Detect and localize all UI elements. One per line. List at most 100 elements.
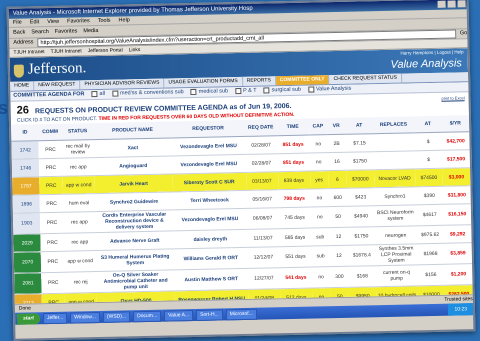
replaces-cell: Synchro1: [374, 186, 416, 206]
request-id-link[interactable]: 1903: [12, 212, 41, 235]
request-id-link[interactable]: 1896: [12, 194, 41, 214]
close-button[interactable]: [457, 0, 466, 8]
request-id-link[interactable]: 2081: [14, 272, 43, 295]
back-button[interactable]: Back: [13, 27, 25, 37]
committee-cell: PRC: [38, 140, 63, 159]
address-label: Address: [13, 39, 34, 46]
taskbar-task[interactable]: Value A...: [163, 309, 194, 322]
nav-tab[interactable]: CHECK REQUEST STATUS: [329, 73, 403, 85]
link-item[interactable]: Links: [129, 46, 141, 54]
web-page: Jefferson. Harry Hamptons | Logout | Hel…: [9, 48, 473, 304]
taskbar-task[interactable]: Sort-H...: [196, 308, 223, 321]
column-header[interactable]: REPLACES: [372, 116, 415, 134]
request-id-link[interactable]: 2070: [13, 251, 42, 274]
request-id-link[interactable]: 1787: [12, 176, 40, 196]
column-header[interactable]: ID: [11, 124, 39, 142]
menu-file[interactable]: File: [13, 19, 22, 27]
status-cell: app w cond: [64, 250, 97, 273]
menu-edit[interactable]: Edit: [30, 18, 40, 26]
link-item[interactable]: TJUH Intranet: [51, 47, 82, 56]
at-cell: $1750: [347, 226, 376, 246]
filter-checkbox[interactable]: P & T: [235, 87, 257, 96]
column-header[interactable]: STATUS: [61, 123, 94, 141]
column-header[interactable]: AT: [345, 117, 374, 135]
nav-tab[interactable]: NEW REQUEST: [34, 80, 81, 91]
requestor-cell: Terri Wheetcock: [172, 190, 247, 210]
background-text: s: [0, 98, 9, 118]
menu-view[interactable]: View: [47, 18, 59, 26]
jefferson-logo[interactable]: Jefferson.: [10, 60, 87, 82]
column-header[interactable]: REQ DATE: [244, 119, 277, 137]
start-button[interactable]: start: [16, 312, 41, 325]
filter-checkbox[interactable]: med'ss & conventions sub: [112, 88, 184, 99]
request-id-link[interactable]: 1746: [11, 158, 40, 178]
column-header[interactable]: VR: [326, 117, 346, 135]
req-date-cell: 06/08/07: [246, 207, 279, 230]
column-header[interactable]: PRODUCT NAME: [93, 121, 172, 140]
column-header[interactable]: CAP: [308, 118, 328, 136]
time-cell: 551 days: [279, 246, 312, 268]
menu-tools[interactable]: Tools: [98, 17, 111, 25]
taskbar-task[interactable]: (WSD)...: [102, 310, 131, 323]
go-button[interactable]: Go: [460, 29, 468, 38]
menu-favorites[interactable]: Favorites: [67, 17, 90, 25]
media-button[interactable]: Media: [83, 26, 98, 36]
status-cell: app w cond: [64, 292, 98, 304]
taskbar-task[interactable]: Docum...: [132, 310, 162, 322]
instruction-text: CLICK ID # TO ACT ON PRODUCT.: [16, 116, 98, 124]
at-replaces-cell: $156: [417, 264, 445, 286]
product-name-cell: Advance Nerve Graft: [95, 230, 174, 251]
filter-checkbox[interactable]: surgical sub: [264, 86, 302, 96]
column-header[interactable]: COMM: [38, 123, 62, 141]
at-replaces-cell: $975.62: [416, 225, 445, 244]
vr-cell: 6: [328, 170, 347, 189]
column-header[interactable]: AT: [413, 115, 442, 133]
link-item[interactable]: Jefferson Portal: [88, 46, 123, 55]
taskbar-task[interactable]: Microsof...: [225, 308, 257, 320]
user-links[interactable]: Harry Hamptons | Logout | Help: [400, 49, 463, 55]
committee-cell: PRC: [39, 176, 63, 195]
product-name-cell: Synchro2 Guidewire: [94, 191, 174, 212]
status-cell: rec mail by review: [61, 139, 95, 159]
column-header[interactable]: TIME: [276, 118, 309, 136]
product-name-cell: Jarvik Heart: [94, 173, 173, 194]
print-link[interactable]: print to Excel: [441, 95, 468, 100]
req-date-cell: 05/16/07: [246, 189, 279, 209]
at-replaces-cell: $74500: [415, 168, 443, 187]
column-header[interactable]: REQUESTOR: [171, 119, 245, 138]
time-cell: 745 days: [278, 207, 311, 229]
committee-cell: PRC: [40, 212, 64, 234]
product-name-cell: On-Q Silver Soaker Antimicrobial Cathete…: [96, 269, 175, 293]
nav-tab[interactable]: COMMITTEE ONLY: [275, 75, 330, 86]
time-cell: 838 days: [277, 171, 311, 190]
filter-checkbox[interactable]: all: [91, 90, 105, 99]
at-replaces-cell: $: [414, 132, 443, 151]
cost-per-year-cell: $16,150: [443, 203, 472, 226]
link-item[interactable]: TJUH Intranet: [13, 48, 44, 57]
menu-help[interactable]: Help: [118, 16, 129, 24]
nav-tab[interactable]: REPORTS: [242, 76, 276, 86]
request-id-link[interactable]: 2113: [14, 293, 43, 304]
filter-checkbox[interactable]: medical sub: [191, 87, 229, 97]
time-cell: 585 days: [278, 228, 312, 247]
at-replaces-cell: $: [414, 150, 443, 169]
request-id-link[interactable]: 2029: [13, 233, 42, 253]
column-header[interactable]: $/YR: [441, 115, 470, 133]
minimize-button[interactable]: [437, 0, 446, 8]
favorites-button[interactable]: Favorites: [55, 26, 78, 36]
maximize-button[interactable]: [447, 0, 456, 8]
at-cell: $1750: [345, 151, 374, 171]
status-cell: rec rej: [64, 271, 97, 294]
vr-cell: 50: [328, 206, 348, 228]
search-button[interactable]: Search: [31, 27, 49, 37]
nav-tab[interactable]: PHYSICIAN ADVISOR REVIEWS: [80, 78, 165, 90]
replaces-cell: [373, 132, 415, 152]
taskbar-task[interactable]: Jeffer...: [42, 312, 68, 324]
request-id-link[interactable]: 1742: [11, 140, 40, 160]
taskbar-task[interactable]: Window...: [70, 311, 101, 324]
filter-checkbox[interactable]: Value Analysis: [308, 85, 352, 95]
replaces-cell: [373, 150, 416, 170]
nav-tab[interactable]: HOME: [10, 81, 35, 91]
status-text: Done: [18, 305, 31, 312]
nav-tab[interactable]: USAGE EVALUATION FORMS: [164, 76, 243, 88]
